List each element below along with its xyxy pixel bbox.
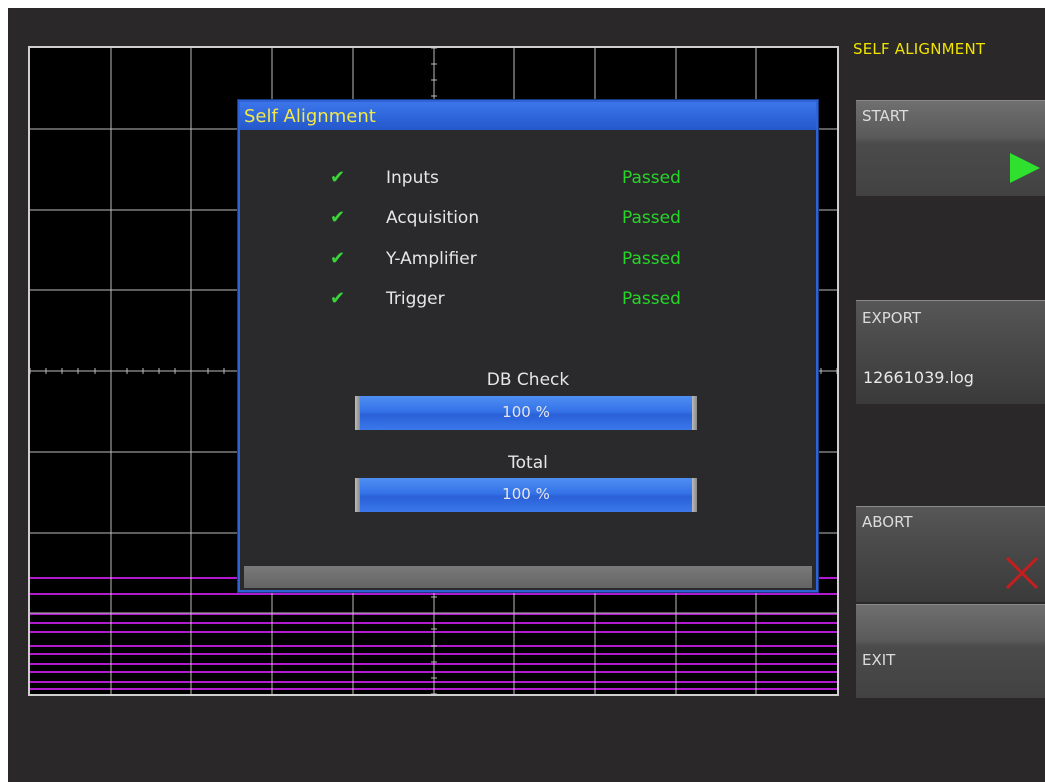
abort-label: ABORT xyxy=(862,513,913,531)
checkmark-icon: ✔ xyxy=(330,207,346,228)
check-status: Passed xyxy=(622,289,681,309)
check-name: Trigger xyxy=(386,289,445,309)
self-alignment-dialog: Self Alignment ✔ Inputs Passed ✔ Acquisi… xyxy=(238,100,818,592)
start-button[interactable]: START xyxy=(856,100,1045,196)
db-check-value: 100 % xyxy=(502,403,550,421)
check-name: Inputs xyxy=(386,168,439,188)
export-filename: 12661039.log xyxy=(863,368,974,387)
total-progress: 100 % xyxy=(355,478,697,512)
checkmark-icon: ✔ xyxy=(330,167,346,188)
export-label: EXPORT xyxy=(862,309,922,327)
start-label: START xyxy=(862,107,909,125)
total-label: Total xyxy=(508,453,548,473)
checkmark-icon: ✔ xyxy=(330,248,346,269)
dialog-status-bar xyxy=(244,566,812,588)
check-row-inputs: ✔ Inputs Passed xyxy=(240,166,816,190)
db-check-progress: 100 % xyxy=(355,396,697,430)
check-row-y-amplifier: ✔ Y-Amplifier Passed xyxy=(240,247,816,271)
checkmark-icon: ✔ xyxy=(330,288,346,309)
check-name: Acquisition xyxy=(386,208,480,228)
check-name: Y-Amplifier xyxy=(386,249,477,269)
play-icon xyxy=(1010,153,1040,183)
exit-button[interactable]: EXIT xyxy=(856,604,1045,698)
dialog-title: Self Alignment xyxy=(240,102,816,130)
menu-title: SELF ALIGNMENT xyxy=(853,40,986,58)
total-value: 100 % xyxy=(502,485,550,503)
check-row-acquisition: ✔ Acquisition Passed xyxy=(240,206,816,230)
db-check-label: DB Check xyxy=(486,370,570,390)
abort-button[interactable]: ABORT xyxy=(856,506,1045,602)
check-status: Passed xyxy=(622,249,681,269)
export-button[interactable]: EXPORT xyxy=(856,300,1045,404)
instrument-screen: SELF ALIGNMENT START EXPORT 12661039.log… xyxy=(8,8,1045,782)
check-row-trigger: ✔ Trigger Passed xyxy=(240,287,816,311)
check-status: Passed xyxy=(622,168,681,188)
check-status: Passed xyxy=(622,208,681,228)
close-icon xyxy=(1005,556,1039,590)
exit-label: EXIT xyxy=(862,651,896,669)
